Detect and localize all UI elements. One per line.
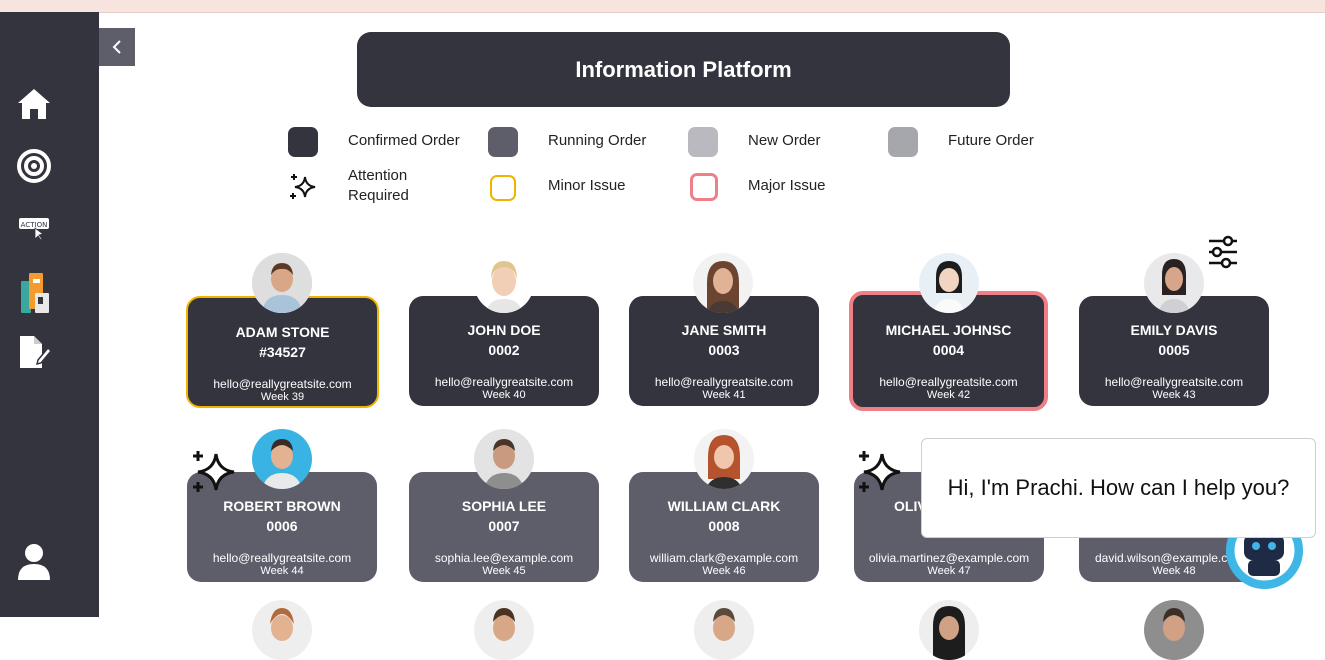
card-name: EMILY DAVIS — [1130, 322, 1218, 338]
card-week: Week 39 — [260, 391, 305, 403]
card-email: hello@reallygreatsite.com — [213, 377, 352, 391]
avatar — [474, 600, 534, 660]
top-strip — [0, 0, 1325, 13]
card-week: Week 47 — [927, 565, 971, 577]
card-email: sophia.lee@example.com — [434, 551, 574, 565]
card-week: Week 46 — [702, 565, 746, 577]
card-number: 0002 — [488, 342, 520, 358]
legend-swatch-confirmed — [288, 127, 318, 157]
card-email: hello@reallygreatsite.com — [434, 375, 574, 389]
legend-label-minor: Minor Issue — [548, 177, 626, 194]
card-week: Week 45 — [482, 565, 526, 577]
card-email: hello@reallygreatsite.com — [1104, 375, 1244, 389]
card-number: #34527 — [259, 344, 306, 360]
attention-sparkle-icon — [856, 448, 904, 501]
legend-label-attention: Attention Required — [348, 167, 409, 204]
legend-label-running: Running Order — [548, 132, 647, 149]
card-week: Week 40 — [482, 389, 526, 401]
legend-label-new: New Order — [748, 132, 821, 149]
card-name: WILLIAM CLARK — [667, 498, 781, 514]
card-number: 0005 — [1158, 342, 1190, 358]
card-email: hello@reallygreatsite.com — [879, 375, 1018, 389]
avatar — [252, 253, 312, 313]
card-email: olivia.martinez@example.com — [868, 551, 1030, 565]
edit-document-icon[interactable] — [14, 332, 54, 372]
card-name: JOHN DOE — [467, 322, 541, 338]
card-email: hello@reallygreatsite.com — [654, 375, 794, 389]
chevron-left-icon — [112, 40, 121, 54]
card-number: 0004 — [932, 342, 965, 358]
chat-message: Hi, I'm Prachi. How can I help you? — [947, 475, 1290, 500]
avatar — [693, 253, 753, 313]
legend-swatch-new — [688, 127, 718, 157]
card-number: 0003 — [708, 342, 740, 358]
avatar — [694, 600, 754, 660]
avatar — [919, 253, 979, 313]
legend-swatch-running — [488, 127, 518, 157]
user-icon[interactable] — [14, 542, 54, 582]
legend-label-major: Major Issue — [748, 177, 826, 194]
avatar — [1144, 600, 1204, 660]
legend-label-confirmed: Confirmed Order — [348, 132, 460, 149]
card-email: william.clark@example.com — [649, 551, 799, 565]
home-icon[interactable] — [14, 84, 54, 124]
card-number: 0006 — [266, 518, 298, 534]
card-name: JANE SMITH — [681, 322, 767, 338]
chat-greeting-bubble[interactable]: Hi, I'm Prachi. How can I help you? — [921, 438, 1316, 538]
card-number: 0007 — [488, 518, 520, 534]
card-name: MICHAEL JOHNSC — [885, 322, 1012, 338]
collapse-sidebar-button[interactable] — [99, 28, 135, 66]
legend-swatch-minor — [490, 175, 516, 201]
legend-label-future: Future Order — [948, 132, 1034, 149]
avatar — [474, 429, 534, 489]
sparkle-icon — [287, 171, 319, 208]
attention-sparkle-icon — [190, 448, 238, 501]
avatar — [474, 253, 534, 313]
action-icon-label: ACTION — [21, 221, 48, 229]
card-name: SOPHIA LEE — [461, 498, 547, 514]
page-title: Information Platform — [575, 56, 792, 82]
target-icon[interactable] — [14, 146, 54, 186]
card-number: 0008 — [708, 518, 740, 534]
card-week: Week 44 — [260, 565, 304, 577]
card-week: Week 42 — [926, 389, 971, 401]
card-week: Week 43 — [1152, 389, 1196, 401]
books-icon[interactable] — [14, 270, 54, 316]
filter-sliders-icon[interactable] — [1206, 234, 1240, 275]
avatar — [252, 429, 312, 489]
legend-swatch-future — [888, 127, 918, 157]
sidebar: ACTION — [0, 12, 99, 617]
card-week: Week 41 — [702, 389, 746, 401]
action-icon[interactable]: ACTION — [14, 208, 54, 248]
avatar — [919, 600, 979, 660]
avatar — [252, 600, 312, 660]
card-name: ADAM STONE — [235, 324, 330, 340]
avatar — [694, 429, 754, 489]
avatar — [1144, 253, 1204, 313]
page-title-banner: Information Platform — [357, 32, 1010, 107]
card-email: hello@reallygreatsite.com — [212, 551, 352, 565]
legend-swatch-major — [690, 173, 718, 201]
